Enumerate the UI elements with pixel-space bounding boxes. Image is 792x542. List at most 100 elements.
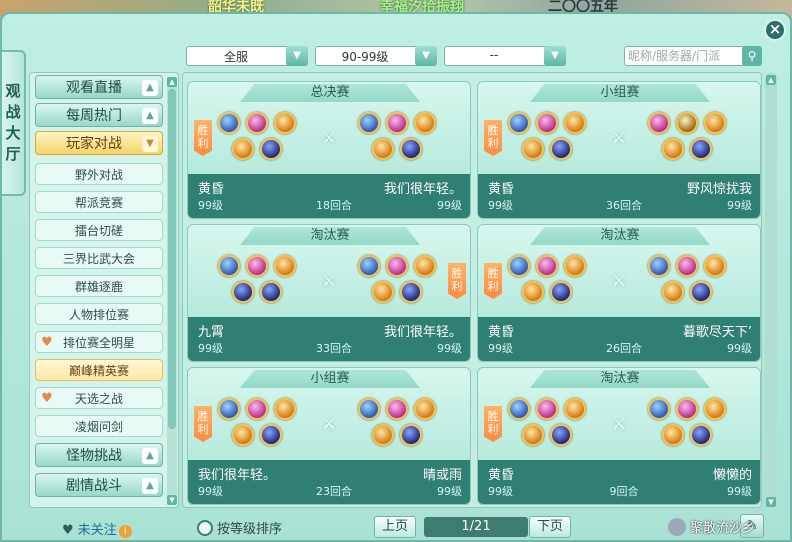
skill-blue-icon (508, 112, 530, 134)
right-player-level: 99级 (727, 342, 752, 355)
skill-pink-icon (246, 112, 268, 134)
spectate-hall-window: × 观 战 大 厅 全服 ▼ 90-99级 ▼ -- ▼ ⚲ 观看直播 ▲ 每周… (0, 12, 792, 542)
sidebar-scrollbar[interactable]: ▲ ▼ (167, 77, 177, 505)
skill-pink-icon (386, 112, 408, 134)
skill-orange-icon (704, 112, 726, 134)
sidebar-item-field-battle[interactable]: 野外对战 (35, 163, 163, 185)
skill-orange-icon (372, 138, 394, 160)
match-card[interactable]: 淘汰赛 胜利 ⚔ 黄昏 懒懒的 99级 9回合 99级 (477, 367, 761, 505)
left-player-level: 99级 (198, 342, 223, 355)
sidebar-item-chosen-battle[interactable]: ♥ 天选之战 (35, 387, 163, 409)
watermark: 聚散流沙乡 (668, 517, 755, 536)
sidebar-item-guild-contest[interactable]: 帮派竞赛 (35, 191, 163, 213)
chevron-down-icon[interactable]: ▼ (544, 46, 566, 66)
skill-blue-icon (218, 255, 240, 277)
skill-navy-icon (232, 281, 254, 303)
round-count: 18回合 (316, 199, 352, 212)
sidebar-category-label: 每周热门 (66, 108, 122, 124)
radio-button[interactable] (197, 520, 213, 536)
skill-navy-icon (260, 281, 282, 303)
match-footer: 九霄 我们很年轻。 99级 33回合 99级 (188, 317, 470, 361)
server-filter-select[interactable]: 全服 ▼ (186, 46, 308, 66)
skill-navy-icon (550, 281, 572, 303)
skill-blue-icon (218, 398, 240, 420)
skill-pink-icon (648, 112, 670, 134)
skill-orange-icon (232, 138, 254, 160)
info-icon[interactable]: i (118, 525, 132, 538)
level-filter-select[interactable]: 90-99级 ▼ (315, 46, 437, 66)
crossed-swords-icon: ⚔ (321, 414, 337, 433)
school-filter-value: -- (489, 48, 499, 62)
match-card[interactable]: 淘汰赛 胜利 ⚔ 九霄 我们很年轻。 99级 33回合 99级 (187, 224, 471, 362)
scroll-down-icon[interactable]: ▼ (766, 497, 776, 507)
skill-navy-icon (400, 281, 422, 303)
sidebar-category-pvp[interactable]: 玩家对战 ▼ (35, 131, 163, 155)
sidebar-item-ranked-allstar[interactable]: ♥ 排位赛全明星 (35, 331, 163, 353)
watermark-text: 聚散流沙乡 (690, 521, 756, 536)
follow-toggle[interactable]: ♥ 未关注 i (62, 519, 132, 538)
sidebar-category-label: 观看直播 (66, 80, 122, 96)
sidebar-item-ranked[interactable]: 人物排位赛 (35, 303, 163, 325)
scroll-up-icon[interactable]: ▲ (167, 77, 177, 87)
skill-orange-icon (564, 255, 586, 277)
crossed-swords-icon: ⚔ (321, 128, 337, 147)
sort-by-level-option[interactable]: 按等级排序 (197, 518, 282, 537)
prev-page-button[interactable]: 上页 (374, 516, 416, 538)
school-filter-select[interactable]: -- ▼ (444, 46, 566, 66)
sidebar-item-sword[interactable]: 凌烟问剑 (35, 415, 163, 437)
match-card[interactable]: 淘汰赛 胜利 ⚔ 黄昏 暮歌尽天下’ 99级 26回合 99级 (477, 224, 761, 362)
win-badge: 胜利 (448, 263, 466, 299)
match-list-scrollbar[interactable]: ▲ ▼ (765, 73, 777, 509)
search-icon[interactable]: ⚲ (742, 46, 762, 66)
skill-blue-icon (508, 255, 530, 277)
skill-pink-icon (246, 398, 268, 420)
sidebar-category-live[interactable]: 观看直播 ▲ (35, 75, 163, 99)
title-char: 观 (5, 82, 21, 100)
win-badge: 胜利 (194, 120, 212, 156)
right-player-name: 晴或雨 (422, 468, 462, 483)
match-stage-title: 淘汰赛 (530, 370, 710, 388)
chevron-up-icon: ▲ (142, 448, 158, 464)
scroll-down-icon[interactable]: ▼ (167, 495, 177, 505)
win-badge: 胜利 (484, 406, 502, 442)
chevron-down-icon[interactable]: ▼ (286, 46, 308, 66)
sidebar-item-heroes[interactable]: 群雄逐鹿 (35, 275, 163, 297)
match-list: 总决赛 胜利 ⚔ 黄昏 我们很年轻。 99级 18回合 99级 小组赛 胜利 ⚔… (182, 72, 777, 509)
chevron-up-icon: ▲ (142, 108, 158, 124)
skill-orange-icon (522, 424, 544, 446)
match-card[interactable]: 总决赛 胜利 ⚔ 黄昏 我们很年轻。 99级 18回合 99级 (187, 81, 471, 219)
close-button[interactable]: × (764, 19, 786, 41)
sidebar-item-elite[interactable]: 巅峰精英赛 (35, 359, 163, 381)
match-stage-title: 淘汰赛 (530, 227, 710, 245)
sidebar-category-monster[interactable]: 怪物挑战 ▲ (35, 443, 163, 467)
scroll-up-icon[interactable]: ▲ (766, 75, 776, 85)
skill-orange-icon (414, 112, 436, 134)
match-card[interactable]: 小组赛 胜利 ⚔ 黄昏 野风惊扰我 99级 36回合 99级 (477, 81, 761, 219)
page-indicator: 1/21 (424, 517, 528, 537)
left-player-name: 我们很年轻。 (198, 468, 277, 483)
scroll-thumb[interactable] (168, 89, 176, 429)
chevron-down-icon[interactable]: ▼ (415, 46, 437, 66)
match-footer: 我们很年轻。 晴或雨 99级 23回合 99级 (188, 460, 470, 504)
sidebar-category-weekly[interactable]: 每周热门 ▲ (35, 103, 163, 127)
skill-orange-icon (662, 281, 684, 303)
match-card[interactable]: 小组赛 胜利 ⚔ 我们很年轻。 晴或雨 99级 23回合 99级 (187, 367, 471, 505)
skill-navy-icon (260, 424, 282, 446)
category-sidebar: 观看直播 ▲ 每周热门 ▲ 玩家对战 ▼ 野外对战 帮派竞赛 擂台切磋 三界比武… (29, 72, 179, 508)
sidebar-item-tournament[interactable]: 三界比武大会 (35, 247, 163, 269)
window-title-tab: 观 战 大 厅 (2, 50, 26, 196)
match-footer: 黄昏 懒懒的 99级 9回合 99级 (478, 460, 760, 504)
heart-icon: ♥ (62, 523, 74, 538)
skill-orange-icon (372, 424, 394, 446)
sidebar-category-label: 剧情战斗 (66, 478, 122, 494)
follow-label: 未关注 (77, 523, 117, 538)
next-page-button[interactable]: 下页 (529, 516, 571, 538)
round-count: 9回合 (609, 485, 639, 498)
right-player-name: 暮歌尽天下’ (682, 325, 752, 340)
search-input[interactable] (628, 48, 742, 64)
left-player-level: 99级 (198, 199, 223, 212)
sidebar-item-arena-duel[interactable]: 擂台切磋 (35, 219, 163, 241)
right-player-level: 99级 (727, 199, 752, 212)
left-player-name: 黄昏 (488, 468, 515, 483)
sidebar-category-story[interactable]: 剧情战斗 ▲ (35, 473, 163, 497)
